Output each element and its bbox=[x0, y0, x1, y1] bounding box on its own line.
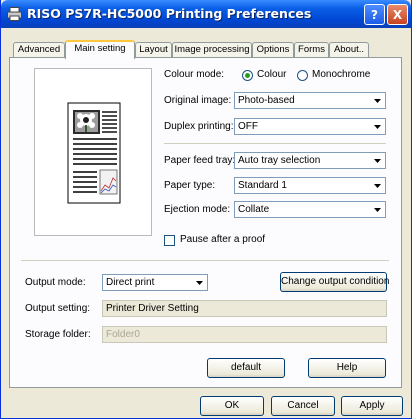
help-button[interactable]: Help bbox=[308, 358, 386, 378]
change-output-condition-button[interactable]: Change output condition bbox=[280, 272, 389, 292]
colour-radio[interactable] bbox=[242, 70, 253, 81]
storage-folder-label: Storage folder: bbox=[25, 329, 91, 340]
chevron-down-icon[interactable] bbox=[371, 120, 384, 133]
tab-options[interactable]: Options bbox=[252, 42, 294, 58]
printer-icon bbox=[7, 7, 22, 21]
tab-forms[interactable]: Forms bbox=[294, 42, 329, 58]
window-title: RISO PS7R-HC5000 Printing Preferences bbox=[27, 6, 312, 21]
chevron-down-icon[interactable] bbox=[371, 179, 384, 192]
output-mode-select[interactable]: Direct print bbox=[102, 274, 208, 291]
printing-preferences-window: RISO PS7R-HC5000 Printing Preferences ? … bbox=[0, 0, 412, 419]
section-divider bbox=[21, 260, 389, 261]
duplex-printing-label: Duplex printing: bbox=[164, 121, 234, 132]
monochrome-option-label[interactable]: Monochrome bbox=[312, 69, 370, 80]
help-title-button[interactable]: ? bbox=[364, 4, 385, 25]
paper-type-value: Standard 1 bbox=[238, 180, 287, 191]
close-window-button[interactable]: X bbox=[387, 4, 408, 25]
chevron-down-icon[interactable] bbox=[193, 276, 206, 289]
paper-feed-tray-label: Paper feed tray: bbox=[164, 155, 236, 166]
original-image-value: Photo-based bbox=[238, 95, 295, 106]
tab-main-setting[interactable]: Main setting bbox=[65, 40, 135, 59]
tab-about[interactable]: About.. bbox=[329, 42, 369, 58]
tab-image-processing[interactable]: Image processing bbox=[172, 42, 252, 58]
section-divider bbox=[164, 143, 386, 144]
paper-type-select[interactable]: Standard 1 bbox=[234, 177, 386, 194]
monochrome-radio[interactable] bbox=[297, 70, 308, 81]
chevron-down-icon[interactable] bbox=[371, 94, 384, 107]
duplex-printing-value: OFF bbox=[238, 121, 258, 132]
duplex-printing-select[interactable]: OFF bbox=[234, 118, 386, 135]
paper-type-label: Paper type: bbox=[164, 180, 216, 191]
ejection-mode-value: Collate bbox=[238, 204, 270, 215]
default-button[interactable]: default bbox=[207, 358, 285, 378]
output-mode-value: Direct print bbox=[106, 277, 155, 288]
colour-option-label[interactable]: Colour bbox=[257, 69, 286, 80]
question-mark-icon: ? bbox=[371, 7, 378, 22]
original-image-label: Original image: bbox=[164, 95, 232, 106]
output-mode-label: Output mode: bbox=[25, 277, 86, 288]
chevron-down-icon[interactable] bbox=[371, 203, 384, 216]
storage-folder-field: Folder0 bbox=[102, 326, 387, 343]
close-icon: X bbox=[392, 7, 403, 22]
output-setting-label: Output setting: bbox=[25, 303, 91, 314]
ok-button[interactable]: OK bbox=[200, 396, 264, 416]
output-setting-field: Printer Driver Setting bbox=[102, 300, 387, 317]
paper-feed-tray-select[interactable]: Auto tray selection bbox=[234, 152, 386, 169]
print-preview-image bbox=[34, 68, 152, 236]
original-image-select[interactable]: Photo-based bbox=[234, 92, 386, 109]
pause-after-proof-checkbox[interactable] bbox=[164, 235, 175, 246]
pause-after-proof-label[interactable]: Pause after a proof bbox=[180, 234, 265, 245]
title-bar[interactable]: RISO PS7R-HC5000 Printing Preferences ? … bbox=[1, 0, 411, 28]
tab-layout[interactable]: Layout bbox=[135, 42, 172, 58]
ejection-mode-label: Ejection mode: bbox=[164, 204, 231, 215]
tab-advanced[interactable]: Advanced bbox=[13, 42, 65, 58]
paper-feed-tray-value: Auto tray selection bbox=[238, 155, 321, 166]
colour-mode-label: Colour mode: bbox=[164, 69, 225, 80]
apply-button[interactable]: Apply bbox=[341, 396, 403, 416]
chevron-down-icon[interactable] bbox=[371, 154, 384, 167]
ejection-mode-select[interactable]: Collate bbox=[234, 201, 386, 218]
cancel-button[interactable]: Cancel bbox=[271, 396, 335, 416]
